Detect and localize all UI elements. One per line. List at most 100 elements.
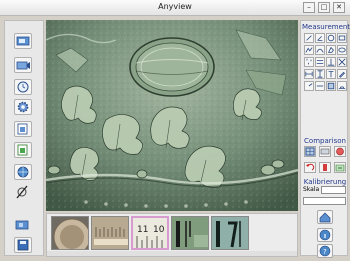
width-tool-icon (305, 71, 313, 77)
stop-circle-icon (336, 147, 344, 156)
height-tool-icon (317, 70, 323, 78)
count-tool-icon (306, 58, 312, 65)
disabled-button[interactable] (14, 185, 32, 201)
export-icon (17, 144, 28, 156)
thumbnail-item[interactable] (51, 216, 89, 250)
angle-tool-button[interactable] (315, 33, 325, 43)
polygon-tool-button[interactable] (326, 45, 336, 55)
arc-tool-icon (316, 48, 324, 53)
delete-icon (323, 164, 327, 171)
left-toolbar (4, 20, 44, 256)
compare-grid-icon (305, 147, 315, 156)
thumbnail-item[interactable] (211, 216, 249, 250)
thumbnail-item[interactable] (171, 216, 209, 250)
polyline-tool-icon (305, 47, 313, 53)
svg-text:?: ? (323, 248, 327, 256)
info-icon (319, 229, 331, 241)
scale-label: Skala (303, 186, 320, 193)
area-tool-button[interactable] (326, 81, 336, 91)
calib-tool-icon (338, 86, 346, 89)
title-bar: Anyview – □ ✕ (0, 0, 350, 16)
comparison-title: Comparison (304, 137, 346, 145)
circle-tool-button[interactable] (326, 33, 336, 43)
coin-thumbnail (52, 217, 88, 249)
right-panel: Measurement Comparison Kalibrierung Skal… (300, 20, 350, 258)
line-tool-button[interactable] (304, 33, 314, 43)
camera-source-icon (15, 220, 29, 230)
text-tool-button[interactable] (326, 69, 336, 79)
measurement-title: Measurement (302, 23, 350, 31)
save-icon (17, 239, 29, 251)
scale-input[interactable] (321, 186, 346, 194)
radius-tool-button[interactable] (304, 81, 314, 91)
compare-stop-button[interactable] (334, 146, 346, 157)
polyline-tool-button[interactable] (304, 45, 314, 55)
calibration-title: Kalibrierung (303, 178, 347, 186)
open-file-button[interactable] (14, 121, 32, 137)
compare-overlay-button[interactable] (319, 146, 331, 157)
parallel-tool-icon (316, 60, 324, 64)
settings-icon (17, 101, 29, 113)
thumbnail-scrollbar[interactable] (47, 251, 297, 256)
undo-icon (306, 163, 315, 171)
diameter-tool-button[interactable] (315, 81, 325, 91)
export-results-button[interactable] (334, 162, 346, 173)
record-button[interactable] (14, 57, 32, 73)
ruler-thumbnail-3 (172, 217, 208, 249)
home-button[interactable] (317, 210, 333, 224)
compare-grid-button[interactable] (304, 146, 316, 157)
arc-tool-button[interactable] (315, 45, 325, 55)
svg-text:10: 10 (153, 225, 165, 235)
snapshot-button[interactable] (14, 33, 32, 49)
pen-tool-button[interactable] (337, 69, 347, 79)
parallel-tool-button[interactable] (315, 57, 325, 67)
calibration-value-field[interactable] (303, 197, 346, 205)
network-icon (17, 166, 29, 178)
ruler-thumbnail-2: 11 10 (133, 218, 167, 248)
ellipse-tool-button[interactable] (337, 45, 347, 55)
close-button[interactable]: ✕ (333, 2, 345, 13)
ellipse-tool-icon (338, 47, 346, 53)
info-button[interactable] (317, 228, 333, 242)
rect-tool-button[interactable] (337, 33, 347, 43)
compare-overlay-icon (320, 148, 330, 155)
help-button[interactable]: ? (317, 244, 333, 258)
pen-tool-icon (339, 71, 345, 78)
circle-tool-icon (327, 34, 335, 42)
cross-tool-button[interactable] (337, 57, 347, 67)
area-tool-icon (327, 82, 335, 90)
disabled-icon (16, 185, 28, 199)
timer-icon (17, 81, 29, 93)
settings-button[interactable] (14, 99, 32, 115)
width-tool-button[interactable] (304, 69, 314, 79)
window-title: Anyview (158, 2, 192, 11)
maximize-button[interactable]: □ (318, 2, 330, 13)
angle-tool-icon (317, 36, 323, 41)
thumbnail-item[interactable] (91, 216, 129, 250)
calib-tool-button[interactable] (337, 81, 347, 91)
undo-button[interactable] (304, 162, 316, 173)
radius-tool-icon (308, 83, 313, 87)
network-button[interactable] (14, 164, 32, 180)
count-tool-button[interactable] (304, 57, 314, 67)
delete-button[interactable] (319, 162, 331, 173)
save-button[interactable] (14, 237, 32, 253)
export-button[interactable] (14, 142, 32, 158)
timer-button[interactable] (14, 79, 32, 95)
open-file-icon (17, 123, 28, 135)
coin-microscope-image (46, 20, 298, 211)
perpendicular-tool-button[interactable] (326, 57, 336, 67)
rect-tool-icon (338, 35, 346, 41)
minimize-button[interactable]: – (303, 2, 315, 13)
height-tool-button[interactable] (315, 69, 325, 79)
cross-tool-icon (338, 58, 346, 66)
camera-source-button[interactable] (14, 218, 32, 234)
ruler-thumbnail-4 (212, 217, 248, 249)
text-tool-icon (328, 71, 334, 78)
camera-preview[interactable] (46, 20, 298, 211)
thumbnail-item-selected[interactable]: 11 10 (131, 216, 169, 250)
snapshot-icon (16, 36, 30, 46)
perpendicular-tool-icon (327, 58, 335, 66)
ruler-thumbnail-1 (92, 217, 128, 249)
diameter-tool-icon (316, 85, 324, 87)
